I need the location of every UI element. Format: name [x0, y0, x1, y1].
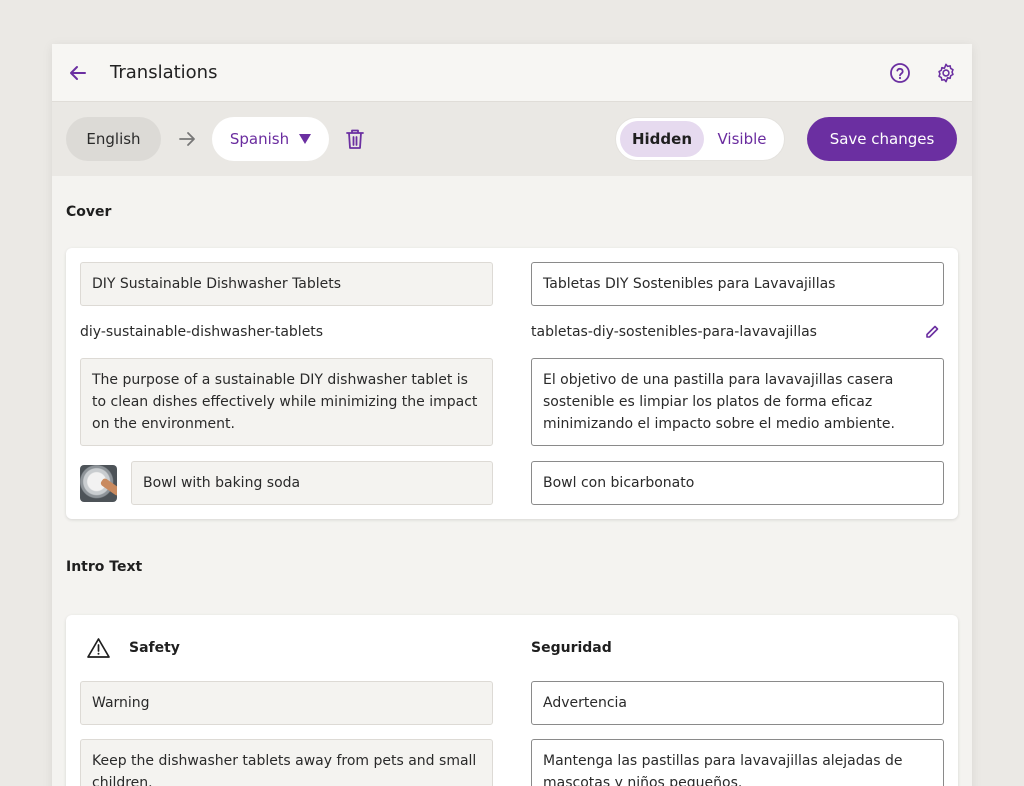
source-body-field: Keep the dishwasher tablets away from pe… [80, 739, 493, 786]
cover-image-thumbnail [80, 464, 117, 502]
target-description-input[interactable]: El objetivo de una pastilla para lavavaj… [531, 358, 944, 446]
source-title-field: DIY Sustainable Dishwasher Tablets [80, 262, 493, 306]
header-bar: Translations [52, 44, 972, 102]
intro-card: Safety Seguridad Warning Advertencia Kee… [66, 615, 958, 786]
gear-icon [938, 63, 954, 83]
visibility-hidden-option[interactable]: Hidden [620, 121, 704, 157]
translations-window: Translations English Spanish Hidden Visi… [52, 44, 972, 786]
help-button[interactable] [888, 61, 912, 85]
pencil-icon [926, 325, 939, 338]
arrow-left-icon [70, 65, 86, 80]
page-title: Translations [110, 62, 218, 83]
target-heading: Seguridad [531, 640, 612, 656]
target-slug: tabletas-diy-sostenibles-para-lavavajill… [531, 324, 817, 340]
language-toolbar: English Spanish Hidden Visible Save chan… [52, 102, 972, 176]
section-label-intro: Intro Text [66, 559, 143, 575]
back-button[interactable] [66, 61, 90, 85]
cover-card: DIY Sustainable Dishwasher Tablets Table… [66, 248, 958, 519]
source-warning-field: Warning [80, 681, 493, 725]
target-warning-input[interactable]: Advertencia [531, 681, 944, 725]
visibility-toggle: Hidden Visible [615, 117, 785, 161]
warning-triangle-icon [87, 638, 110, 658]
target-language-label: Spanish [229, 130, 290, 148]
save-changes-button[interactable]: Save changes [807, 117, 957, 161]
visibility-visible-option[interactable]: Visible [704, 121, 780, 157]
section-label-cover: Cover [66, 204, 112, 220]
delete-translation-button[interactable] [343, 127, 367, 151]
edit-slug-button[interactable] [922, 322, 942, 342]
source-image-caption-field: Bowl with baking soda [131, 461, 493, 505]
trash-icon [346, 129, 364, 149]
source-heading: Safety [129, 640, 180, 656]
target-image-caption-input[interactable]: Bowl con bicarbonato [531, 461, 944, 505]
help-circle-icon [890, 63, 910, 83]
target-body-input[interactable]: Mantenga las pastillas para lavavajillas… [531, 739, 944, 786]
source-language-chip: English [66, 117, 161, 161]
source-description-field: The purpose of a sustainable DIY dishwas… [80, 358, 493, 446]
arrow-right-icon [175, 127, 199, 151]
target-title-input[interactable]: Tabletas DIY Sostenibles para Lavavajill… [531, 262, 944, 306]
caret-down-icon [299, 134, 312, 144]
content-area: Cover DIY Sustainable Dishwasher Tablets… [52, 176, 972, 786]
target-language-select[interactable]: Spanish [212, 117, 329, 161]
settings-button[interactable] [934, 61, 958, 85]
source-slug: diy-sustainable-dishwasher-tablets [80, 324, 324, 340]
